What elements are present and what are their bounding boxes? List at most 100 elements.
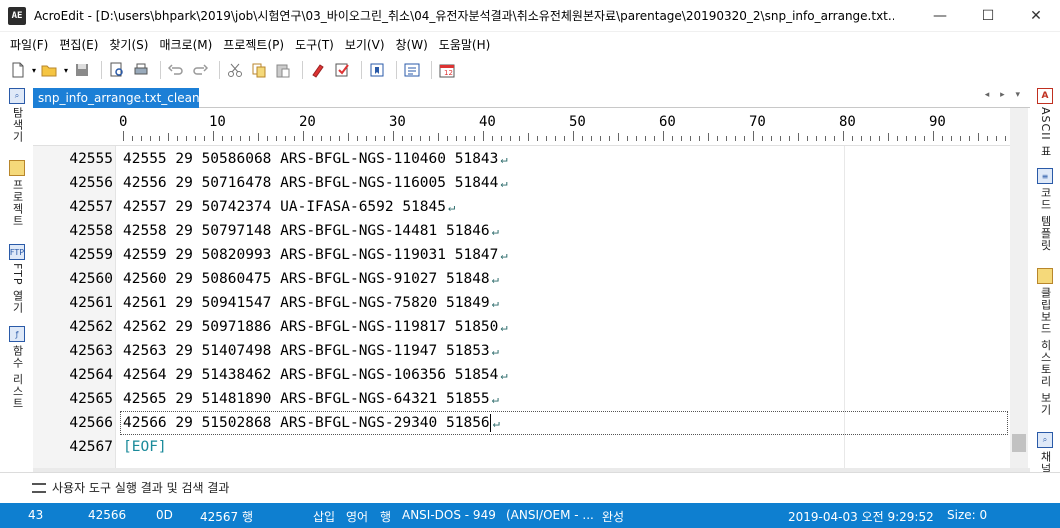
code-line[interactable]: 42564 42564 29 51438462 ARS-BFGL-NGS-1063… xyxy=(33,363,1010,387)
toolbar: ▾ ▾ 12 xyxy=(0,56,1060,84)
text-editor[interactable]: 42555 42555 29 50586068 ARS-BFGL-NGS-1104… xyxy=(33,146,1010,468)
status-encoding-detail[interactable]: (ANSI/OEM - ... xyxy=(506,508,594,522)
line-content: 42559 29 50820993 ARS-BFGL-NGS-119031 51… xyxy=(123,247,499,263)
menu-find[interactable]: 찾기(S) xyxy=(109,36,148,53)
menu-file[interactable]: 파일(F) xyxy=(10,36,48,53)
menu-edit[interactable]: 편집(E) xyxy=(59,36,98,53)
ruler-tick xyxy=(339,136,340,141)
mark-icon[interactable] xyxy=(332,60,352,80)
code-line[interactable]: 42566 42566 29 51502868 ARS-BFGL-NGS-2934… xyxy=(33,411,1010,435)
side-tab-project[interactable]: 프로젝트 xyxy=(8,160,26,227)
print-icon[interactable] xyxy=(131,60,151,80)
code-line[interactable]: 42560 42560 29 50860475 ARS-BFGL-NGS-9102… xyxy=(33,267,1010,291)
properties-icon[interactable] xyxy=(402,60,422,80)
calendar-icon[interactable]: 12 xyxy=(437,60,457,80)
output-tab[interactable]: 사용자 도구 실행 결과 및 검색 결과 xyxy=(32,479,229,496)
ruler-tick xyxy=(492,136,493,141)
bookmark-icon[interactable] xyxy=(367,60,387,80)
paste-icon[interactable] xyxy=(273,60,293,80)
code-line[interactable]: 42556 42556 29 50716478 ARS-BFGL-NGS-1160… xyxy=(33,171,1010,195)
close-button[interactable]: ✕ xyxy=(1012,0,1060,32)
new-file-dropdown-icon[interactable]: ▾ xyxy=(32,66,36,75)
ruler-tick xyxy=(744,136,745,141)
menu-view[interactable]: 보기(V) xyxy=(345,36,385,53)
ruler-label: 10 xyxy=(209,114,226,130)
status-line-mode[interactable]: 행 xyxy=(380,508,391,525)
side-tab-function-list[interactable]: ƒ 함수 리스트 xyxy=(8,326,26,410)
ruler-tick xyxy=(690,136,691,141)
ruler-tick xyxy=(519,136,520,141)
ruler-tick xyxy=(267,136,268,141)
function-list-icon: ƒ xyxy=(9,326,25,342)
side-tab-ftp[interactable]: FTP FTP 열기 xyxy=(8,244,26,314)
eof-line[interactable]: 42567 [EOF] xyxy=(33,435,1010,459)
redo-icon[interactable] xyxy=(190,60,210,80)
minimize-button[interactable]: — xyxy=(916,0,964,32)
title-bar: AE AcroEdit - [D:\users\bhpark\2019\job\… xyxy=(0,0,1060,32)
ruler-tick xyxy=(294,136,295,141)
code-line[interactable]: 42555 42555 29 50586068 ARS-BFGL-NGS-1104… xyxy=(33,147,1010,171)
save-icon[interactable] xyxy=(72,60,92,80)
ruler-tick xyxy=(618,133,619,141)
side-tab-explorer[interactable]: ⌕ 탐색기 xyxy=(8,88,26,143)
status-language[interactable]: 영어 xyxy=(346,508,368,525)
menu-help[interactable]: 도움말(H) xyxy=(439,36,491,53)
ruler-tick xyxy=(177,136,178,141)
line-content: 42555 29 50586068 ARS-BFGL-NGS-110460 51… xyxy=(123,151,499,167)
ruler-label: 60 xyxy=(659,114,676,130)
ruler-tick xyxy=(312,136,313,141)
code-line[interactable]: 42559 42559 29 50820993 ARS-BFGL-NGS-1190… xyxy=(33,243,1010,267)
eol-marker-icon: ↵ xyxy=(500,152,508,166)
ruler-tick xyxy=(303,131,304,141)
maximize-button[interactable]: ☐ xyxy=(964,0,1012,32)
ruler-tick xyxy=(843,131,844,141)
tab-nav-icon[interactable]: ◂ ▸ ▾ xyxy=(985,90,1024,100)
ruler-tick xyxy=(222,136,223,141)
menu-window[interactable]: 창(W) xyxy=(396,36,428,53)
side-tab-code-template[interactable]: ≡ 코드 템플릿 xyxy=(1035,168,1055,252)
highlight-icon[interactable] xyxy=(308,60,328,80)
document-tab[interactable]: snp_info_arrange.txt_clean ✕ xyxy=(33,88,210,108)
line-number: 42565 xyxy=(69,391,113,407)
undo-icon[interactable] xyxy=(166,60,186,80)
code-line[interactable]: 42565 42565 29 51481890 ARS-BFGL-NGS-6432… xyxy=(33,387,1010,411)
ruler-tick xyxy=(798,133,799,141)
code-line[interactable]: 42563 42563 29 51407498 ARS-BFGL-NGS-1194… xyxy=(33,339,1010,363)
status-encoding[interactable]: ANSI-DOS - 949 xyxy=(402,508,496,522)
ruler-tick xyxy=(366,136,367,141)
ruler-tick xyxy=(321,136,322,141)
ruler-tick xyxy=(231,136,232,141)
ruler-tick xyxy=(600,136,601,141)
code-line[interactable]: 42562 42562 29 50971886 ARS-BFGL-NGS-1198… xyxy=(33,315,1010,339)
ruler-tick xyxy=(888,133,889,141)
ruler-label: 90 xyxy=(929,114,946,130)
side-tab-ascii-table[interactable]: A ASCII 표 xyxy=(1035,88,1055,157)
menu-macro[interactable]: 매크로(M) xyxy=(159,36,212,53)
code-line[interactable]: 42557 42557 29 50742374 UA-IFASA-6592 518… xyxy=(33,195,1010,219)
ftp-icon: FTP xyxy=(9,244,25,260)
tab-close-icon[interactable]: ✕ xyxy=(200,91,211,106)
side-tab-clipboard-history[interactable]: 클립보드 히스토리 보기 xyxy=(1035,268,1055,416)
scrollbar-thumb[interactable] xyxy=(1012,434,1026,452)
ruler-tick xyxy=(861,136,862,141)
new-file-icon[interactable] xyxy=(8,60,28,80)
code-line[interactable]: 42561 42561 29 50941547 ARS-BFGL-NGS-7582… xyxy=(33,291,1010,315)
ruler-tick xyxy=(627,136,628,141)
side-tab-channel[interactable]: ⌕ 채널 xyxy=(1035,432,1055,475)
print-preview-icon[interactable] xyxy=(107,60,127,80)
menu-project[interactable]: 프로젝트(P) xyxy=(223,36,284,53)
line-number: 42564 xyxy=(69,367,113,383)
line-content: 42566 29 51502868 ARS-BFGL-NGS-29340 518… xyxy=(123,415,490,431)
status-line: 42566 xyxy=(88,508,127,522)
menu-tools[interactable]: 도구(T) xyxy=(295,36,334,53)
copy-icon[interactable] xyxy=(249,60,269,80)
status-insert-mode[interactable]: 삽입 xyxy=(313,508,335,525)
open-folder-icon[interactable] xyxy=(40,60,60,80)
eol-marker-icon: ↵ xyxy=(492,416,500,430)
ruler-tick xyxy=(168,133,169,141)
code-line[interactable]: 42558 42558 29 50797148 ARS-BFGL-NGS-1448… xyxy=(33,219,1010,243)
open-dropdown-icon[interactable]: ▾ xyxy=(64,66,68,75)
clipboard-history-icon xyxy=(1037,268,1053,284)
cut-icon[interactable] xyxy=(225,60,245,80)
vertical-scrollbar[interactable] xyxy=(1010,108,1028,468)
